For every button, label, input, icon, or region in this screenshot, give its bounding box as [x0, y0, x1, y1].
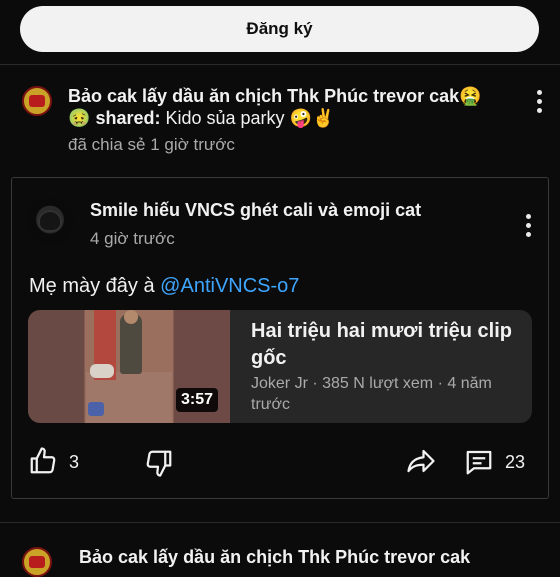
shared-time: đã chia sẻ 1 giờ trước [68, 135, 235, 154]
card-text-prefix: Mẹ mày đây à [29, 275, 155, 297]
dislike-button[interactable] [144, 448, 174, 478]
card-text: Mẹ mày đây à @AntiVNCS-o7 [29, 275, 299, 298]
video-title[interactable]: Hai triệu hai mươi triệu clip gốc [251, 318, 516, 372]
share-button[interactable] [405, 446, 437, 476]
sick-emoji: 🤢 [68, 108, 91, 128]
shared-post-caption: Kido sủa parky 🤪✌️ [165, 108, 335, 128]
sharer-avatar[interactable] [22, 86, 52, 116]
like-button[interactable] [28, 446, 58, 476]
author-avatar[interactable] [26, 198, 74, 246]
thumbs-up-icon [30, 447, 56, 474]
signup-button[interactable]: Đăng ký [20, 6, 539, 52]
video-duration: 3:57 [176, 388, 219, 412]
divider-bottom [0, 522, 560, 523]
comment-icon [466, 450, 492, 475]
comment-button[interactable] [464, 447, 494, 477]
like-count: 3 [69, 452, 80, 472]
shared-label: shared: [95, 108, 161, 128]
divider-top [0, 64, 560, 65]
card-time: 4 giờ trước [90, 229, 175, 248]
video-meta: Joker Jr · 385 N lượt xem · 4 năm trước [251, 375, 492, 413]
card-more-vertical-icon[interactable] [524, 214, 532, 237]
thumbs-down-icon [146, 450, 172, 477]
more-vertical-icon[interactable] [535, 90, 543, 113]
comment-count: 23 [505, 452, 526, 472]
next-post-line1: Bảo cak lấy dầu ăn chịch Thk Phúc trevor… [79, 547, 471, 567]
next-sharer-avatar[interactable] [22, 547, 52, 577]
mention-link[interactable]: @AntiVNCS-o7 [160, 275, 299, 297]
card-author[interactable]: Smile hiếu VNCS ghét cali và emoji cat [90, 200, 421, 221]
shared-post-line2: 🤢 shared: Kido sủa parky 🤪✌️ [68, 106, 334, 131]
share-arrow-icon [407, 449, 435, 473]
